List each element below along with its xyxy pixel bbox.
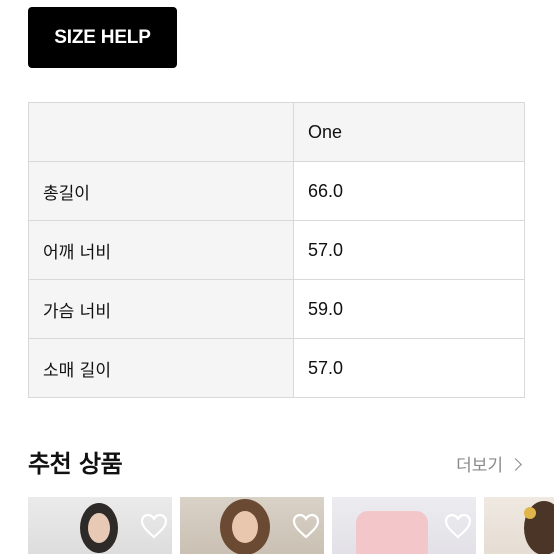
table-row: 어깨 너비 57.0 xyxy=(28,220,525,280)
more-link[interactable]: 더보기 xyxy=(456,451,522,476)
product-card[interactable] xyxy=(180,497,324,554)
product-photo-face xyxy=(88,513,110,543)
heart-icon[interactable] xyxy=(292,513,320,539)
table-row: 가슴 너비 59.0 xyxy=(28,279,525,339)
size-help-label: SIZE HELP xyxy=(54,26,151,48)
size-table-corner-cell xyxy=(28,102,294,162)
measurement-label: 가슴 너비 xyxy=(28,279,294,339)
measurement-label: 소매 길이 xyxy=(28,338,294,398)
product-card[interactable] xyxy=(332,497,476,554)
table-row: 총길이 66.0 xyxy=(28,161,525,221)
more-link-label: 더보기 xyxy=(456,456,503,476)
heart-icon[interactable] xyxy=(444,513,472,539)
size-help-button[interactable]: SIZE HELP xyxy=(28,7,177,68)
measurement-label: 총길이 xyxy=(28,161,294,221)
recommended-section-title: 추천 상품 xyxy=(28,450,123,478)
measurement-value: 66.0 xyxy=(293,161,525,221)
measurement-value: 59.0 xyxy=(293,279,525,339)
size-table: One 총길이 66.0 어깨 너비 57.0 가슴 너비 59.0 소매 길이… xyxy=(28,102,525,398)
product-photo-accent xyxy=(524,507,536,519)
product-card[interactable] xyxy=(484,497,554,554)
product-card[interactable] xyxy=(28,497,172,554)
product-photo xyxy=(356,511,428,554)
measurement-value: 57.0 xyxy=(293,338,525,398)
measurement-label: 어깨 너비 xyxy=(28,220,294,280)
size-table-column-header: One xyxy=(293,102,525,162)
size-column-label: One xyxy=(308,121,343,142)
size-table-header-row: One xyxy=(28,102,525,162)
heart-icon[interactable] xyxy=(140,513,168,539)
recommended-products-row xyxy=(28,497,554,554)
chevron-right-icon xyxy=(509,457,522,471)
table-row: 소매 길이 57.0 xyxy=(28,338,525,398)
product-photo-face xyxy=(232,511,258,543)
measurement-value: 57.0 xyxy=(293,220,525,280)
